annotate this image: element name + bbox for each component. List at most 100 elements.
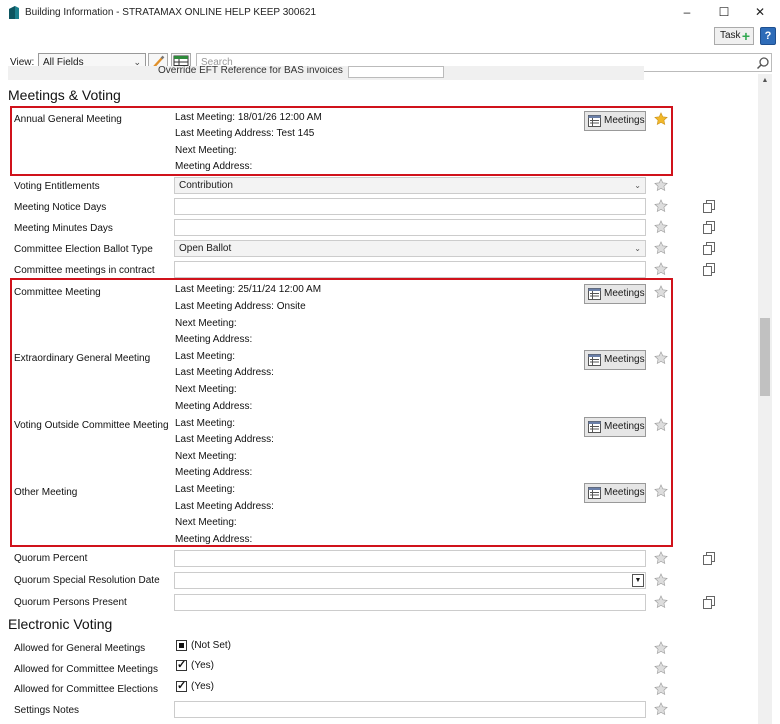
star-icon[interactable]: [654, 199, 668, 213]
cutoff-field-input[interactable]: [348, 66, 444, 78]
egm-meetings-button[interactable]: Meetings: [584, 350, 646, 370]
minimize-button[interactable]: –: [678, 4, 696, 20]
copy-icon[interactable]: [703, 221, 715, 234]
vertical-scrollbar[interactable]: [758, 74, 772, 724]
voting-entitlements-value: Contribution: [179, 180, 233, 191]
star-icon[interactable]: [654, 595, 668, 609]
egm-last-meeting-address: Last Meeting Address:: [175, 367, 274, 378]
egm-meeting-address: Meeting Address:: [175, 401, 253, 412]
task-button-label: Task: [720, 30, 741, 41]
star-icon[interactable]: [654, 702, 668, 716]
star-icon[interactable]: [654, 682, 668, 696]
other-last-meeting: Last Meeting:: [175, 484, 236, 495]
settings-notes-input[interactable]: [174, 701, 646, 718]
committee-election-ballot-type-label: Committee Election Ballot Type: [14, 244, 153, 255]
other-meetings-button[interactable]: Meetings: [584, 483, 646, 503]
help-button[interactable]: ?: [760, 27, 776, 45]
scrollbar-thumb[interactable]: [760, 318, 770, 396]
settings-notes-label: Settings Notes: [14, 705, 80, 716]
chevron-down-icon: ⌄: [634, 181, 641, 190]
meeting-minutes-days-input[interactable]: [174, 219, 646, 236]
meeting-minutes-days-label: Meeting Minutes Days: [14, 223, 113, 234]
committee-meeting-last-meeting-address: Last Meeting Address: Onsite: [175, 301, 306, 312]
agm-next-meeting: Next Meeting:: [175, 145, 237, 156]
allowed-committee-elections-value: (Yes): [191, 681, 214, 692]
extraordinary-general-meeting-label: Extraordinary General Meeting: [14, 353, 151, 364]
allowed-committee-elections-label: Allowed for Committee Elections: [14, 684, 158, 695]
star-icon[interactable]: [654, 285, 668, 299]
quorum-persons-present-input[interactable]: [174, 594, 646, 611]
star-icon[interactable]: [654, 112, 668, 126]
section-heading-meetings-voting: Meetings & Voting: [8, 87, 121, 103]
star-icon[interactable]: [654, 262, 668, 276]
chevron-down-icon: ⌄: [634, 244, 641, 253]
star-icon[interactable]: [654, 178, 668, 192]
meeting-notice-days-input[interactable]: [174, 198, 646, 215]
allowed-general-meetings-label: Allowed for General Meetings: [14, 643, 146, 654]
calendar-list-icon: [588, 288, 601, 300]
other-last-meeting-address: Last Meeting Address:: [175, 501, 274, 512]
calendar-list-icon: [588, 354, 601, 366]
dropdown-arrow-icon[interactable]: ▼: [632, 574, 644, 587]
star-icon[interactable]: [654, 484, 668, 498]
committee-election-ballot-type-select[interactable]: Open Ballot ⌄: [174, 240, 646, 257]
committee-meeting-label: Committee Meeting: [14, 287, 101, 298]
cutoff-field-label: Override EFT Reference for BAS invoices: [158, 66, 343, 76]
star-icon[interactable]: [654, 641, 668, 655]
allowed-general-meetings-checkbox[interactable]: [176, 640, 187, 651]
agm-label: Annual General Meeting: [14, 114, 122, 125]
vocm-meetings-button[interactable]: Meetings: [584, 417, 646, 437]
vocm-last-meeting-address: Last Meeting Address:: [175, 434, 274, 445]
meetings-button-label: Meetings: [604, 487, 645, 498]
star-icon[interactable]: [654, 551, 668, 565]
voting-entitlements-label: Voting Entitlements: [14, 181, 100, 192]
allowed-committee-meetings-checkbox[interactable]: [176, 658, 187, 671]
copy-icon[interactable]: [703, 552, 715, 565]
egm-next-meeting: Next Meeting:: [175, 384, 237, 395]
committee-meeting-meeting-address: Meeting Address:: [175, 334, 253, 345]
voting-outside-committee-meeting-label: Voting Outside Committee Meeting: [14, 420, 169, 431]
quorum-persons-present-label: Quorum Persons Present: [14, 597, 127, 608]
scroll-up-arrow-icon[interactable]: ▲: [758, 74, 772, 88]
search-icon[interactable]: [756, 56, 770, 70]
star-icon[interactable]: [654, 573, 668, 587]
copy-icon[interactable]: [703, 263, 715, 276]
meetings-button-label: Meetings: [604, 115, 645, 126]
vocm-next-meeting: Next Meeting:: [175, 451, 237, 462]
meetings-highlight-box: [10, 278, 673, 547]
committee-meeting-next-meeting: Next Meeting:: [175, 318, 237, 329]
committee-meeting-last-meeting: Last Meeting: 25/11/24 12:00 AM: [175, 284, 322, 295]
section-heading-electronic-voting: Electronic Voting: [8, 616, 113, 632]
quorum-percent-label: Quorum Percent: [14, 553, 88, 564]
allowed-committee-elections-checkbox[interactable]: [176, 679, 187, 692]
voting-entitlements-select[interactable]: Contribution ⌄: [174, 177, 646, 194]
star-icon[interactable]: [654, 241, 668, 255]
cutoff-field-row: Override EFT Reference for BAS invoices: [8, 66, 644, 80]
star-icon[interactable]: [654, 661, 668, 675]
star-icon[interactable]: [654, 418, 668, 432]
agm-meeting-address: Meeting Address:: [175, 161, 253, 172]
star-icon[interactable]: [654, 220, 668, 234]
committee-election-ballot-type-value: Open Ballot: [179, 243, 232, 254]
task-button[interactable]: Task +: [714, 27, 754, 45]
copy-icon[interactable]: [703, 596, 715, 609]
copy-icon[interactable]: [703, 200, 715, 213]
copy-icon[interactable]: [703, 242, 715, 255]
allowed-committee-meetings-label: Allowed for Committee Meetings: [14, 664, 158, 675]
window-title: Building Information - STRATAMAX ONLINE …: [25, 7, 317, 18]
other-next-meeting: Next Meeting:: [175, 517, 237, 528]
committee-meeting-meetings-button[interactable]: Meetings: [584, 284, 646, 304]
calendar-list-icon: [588, 487, 601, 499]
committee-meetings-in-contract-input[interactable]: [174, 261, 646, 278]
maximize-button[interactable]: ☐: [715, 4, 733, 20]
quorum-percent-input[interactable]: [174, 550, 646, 567]
egm-last-meeting: Last Meeting:: [175, 351, 236, 362]
quorum-special-resolution-date-input[interactable]: ▼: [174, 572, 646, 589]
allowed-committee-meetings-value: (Yes): [191, 660, 214, 671]
close-button[interactable]: ✕: [751, 4, 769, 20]
agm-meetings-button[interactable]: Meetings: [584, 111, 646, 131]
star-icon[interactable]: [654, 351, 668, 365]
agm-last-meeting-address: Last Meeting Address: Test 145: [175, 128, 315, 139]
vocm-last-meeting: Last Meeting:: [175, 418, 236, 429]
agm-last-meeting: Last Meeting: 18/01/26 12:00 AM: [175, 112, 322, 123]
